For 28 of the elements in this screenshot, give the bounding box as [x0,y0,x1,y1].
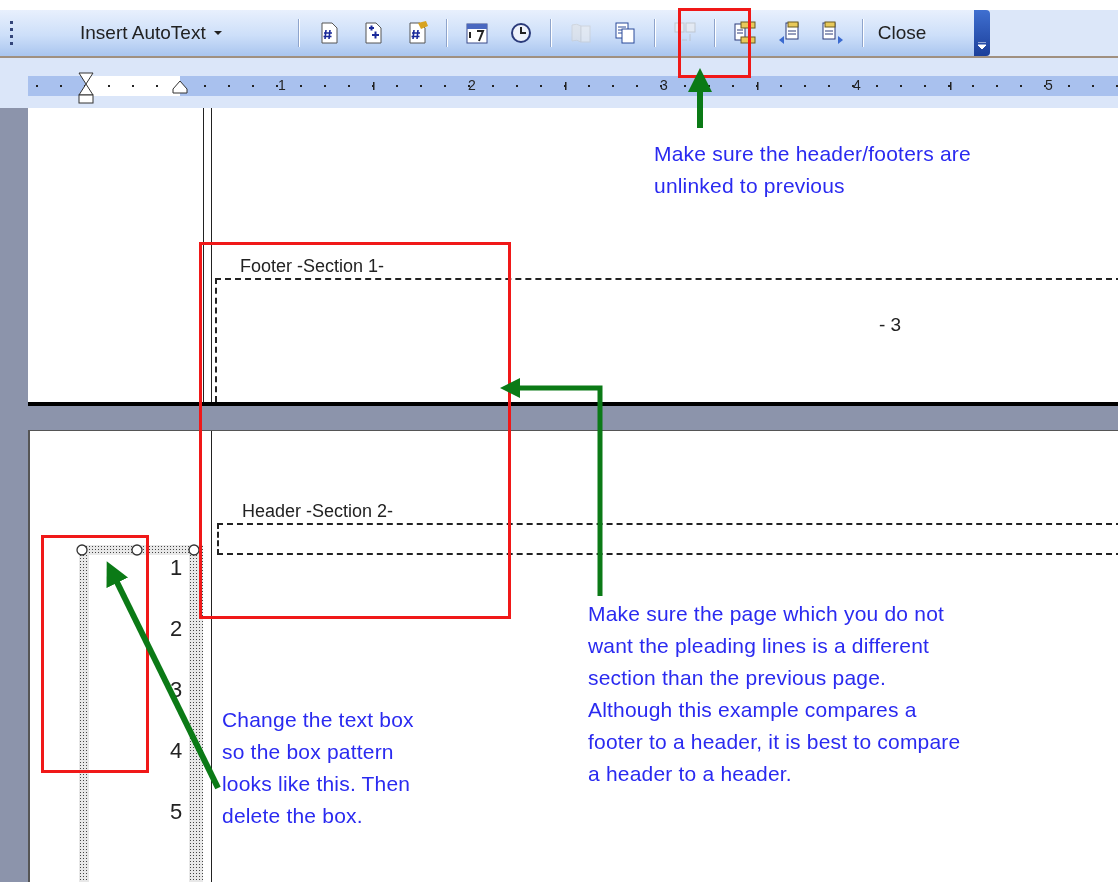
right-indent-marker-icon[interactable] [172,80,188,94]
resize-handle-icon[interactable] [188,544,200,556]
pointer-arrow [688,68,712,128]
toolbar-options-button[interactable] [974,10,990,56]
text-box-border[interactable] [79,545,203,882]
page-number: - 3 [879,314,902,336]
ruler-number: 1 [278,77,286,93]
header-area[interactable] [217,523,1118,555]
switch-icon [731,20,758,46]
indent-marker-icon[interactable] [78,72,94,104]
line-number: 1 [170,555,183,581]
insert-autotext-menu[interactable]: Insert AutoText [76,16,226,50]
caret-icon [213,31,222,35]
line-number: 5 [170,799,183,825]
resize-handle-icon[interactable] [76,544,88,556]
ruler-number: 4 [853,77,861,93]
ruler-number: 5 [1045,77,1053,93]
line-number: 4 [170,738,183,764]
resize-handle-icon[interactable] [131,544,143,556]
calendar-icon [463,20,490,46]
footer-area[interactable]: - 3 [215,278,1118,402]
close-button[interactable]: Close [873,16,931,50]
annotation-text: Change the text box so the box pattern looks like this. Then delete the box. [222,707,414,829]
toolbar-grip-icon[interactable] [10,21,14,45]
line-number: 2 [170,616,183,642]
chevron-icon [978,42,986,50]
ruler-number: 3 [660,77,668,93]
ruler-number: 2 [468,77,476,93]
